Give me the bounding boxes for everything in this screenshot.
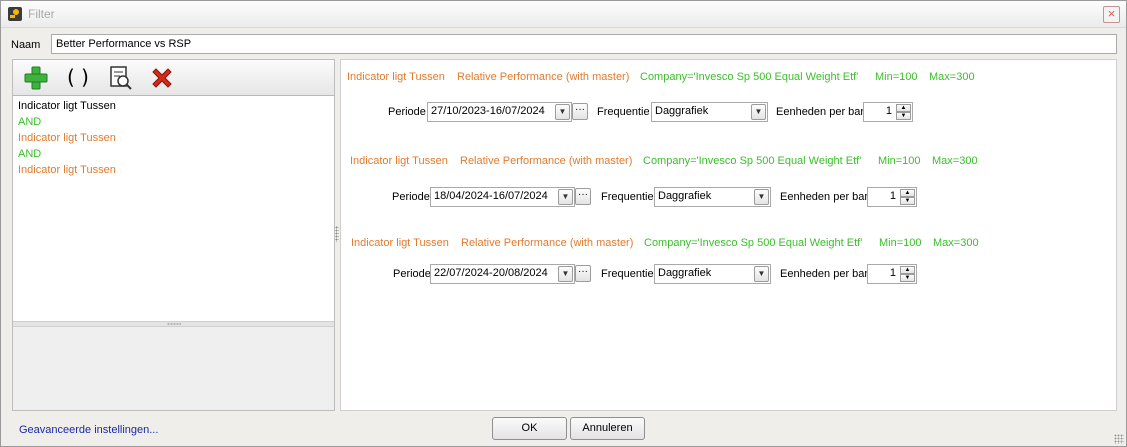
cancel-button[interactable]: Annuleren [570, 417, 645, 440]
condition-min: Min=100 [878, 155, 921, 167]
stepper-buttons: ▲ ▼ [900, 189, 915, 205]
condition-company: Company='Invesco Sp 500 Equal Weight Etf… [643, 155, 862, 167]
tree-item[interactable]: Indicator ligt Tussen [18, 163, 116, 177]
vertical-splitter[interactable] [335, 226, 339, 242]
eenheden-value: 1 [889, 190, 896, 202]
frequentie-value: Daggrafiek [658, 190, 712, 202]
eenheden-stepper[interactable]: 1 ▲ ▼ [863, 102, 913, 122]
condition-company: Company='Invesco Sp 500 Equal Weight Etf… [640, 71, 859, 83]
stepper-up-icon[interactable]: ▲ [896, 104, 911, 112]
stepper-down-icon[interactable]: ▼ [900, 197, 915, 205]
eenheden-stepper[interactable]: 1 ▲ ▼ [867, 187, 917, 207]
condition-tree-panel: ( ) Indicator ligt Tussen AND Indicator … [12, 59, 335, 411]
condition-tree: Indicator ligt Tussen AND Indicator ligt… [13, 97, 334, 321]
periode-more-button[interactable]: ··· [572, 103, 588, 120]
periode-dropdown[interactable]: 18/04/2024-16/07/2024 ▼ [430, 187, 575, 207]
title-bar: Filter × [1, 1, 1126, 28]
app-icon [8, 7, 22, 21]
chevron-down-icon[interactable]: ▼ [751, 104, 766, 120]
condition-indicator: Relative Performance (with master) [457, 71, 630, 83]
condition-type: Indicator ligt Tussen [351, 237, 449, 249]
condition-detail-panel: Indicator ligt Tussen Relative Performan… [340, 59, 1117, 411]
chevron-down-icon[interactable]: ▼ [754, 189, 769, 205]
tree-item[interactable]: Indicator ligt Tussen [18, 131, 116, 145]
eenheden-label: Eenheden per bar [780, 268, 869, 280]
frequentie-label: Frequentie [597, 106, 650, 118]
tree-item[interactable]: Indicator ligt Tussen [18, 99, 116, 113]
chevron-down-icon[interactable]: ▼ [558, 189, 573, 205]
filter-window: Filter × Naam ( ) Indicator ligt [0, 0, 1127, 447]
periode-more-button[interactable]: ··· [575, 188, 591, 205]
periode-value: 18/04/2024-16/07/2024 [434, 190, 548, 202]
frequentie-value: Daggrafiek [658, 267, 712, 279]
periode-value: 27/10/2023-16/07/2024 [431, 105, 545, 117]
frequentie-select[interactable]: Daggrafiek ▼ [654, 187, 771, 207]
condition-type: Indicator ligt Tussen [350, 155, 448, 167]
group-brackets-icon[interactable]: ( ) [65, 65, 91, 91]
tree-item[interactable]: AND [18, 147, 41, 161]
periode-label: Periode [388, 106, 426, 118]
frequentie-label: Frequentie [601, 191, 654, 203]
tree-item[interactable]: AND [18, 115, 41, 129]
eenheden-stepper[interactable]: 1 ▲ ▼ [867, 264, 917, 284]
frequentie-label: Frequentie [601, 268, 654, 280]
advanced-settings-link[interactable]: Geavanceerde instellingen... [19, 424, 158, 436]
periode-dropdown[interactable]: 27/10/2023-16/07/2024 ▼ [427, 102, 572, 122]
chevron-down-icon[interactable]: ▼ [555, 104, 570, 120]
frequentie-value: Daggrafiek [655, 105, 709, 117]
frequentie-select[interactable]: Daggrafiek ▼ [654, 264, 771, 284]
stepper-buttons: ▲ ▼ [900, 266, 915, 282]
resize-grip-icon[interactable] [1114, 434, 1124, 444]
document-search-icon[interactable] [107, 65, 133, 91]
stepper-down-icon[interactable]: ▼ [900, 274, 915, 282]
add-plus-icon[interactable] [23, 65, 49, 91]
eenheden-value: 1 [889, 267, 896, 279]
condition-max: Max=300 [929, 71, 975, 83]
stepper-down-icon[interactable]: ▼ [896, 112, 911, 120]
grip-icon [167, 323, 181, 325]
condition-type: Indicator ligt Tussen [347, 71, 445, 83]
close-button[interactable]: × [1103, 6, 1120, 23]
condition-max: Max=300 [933, 237, 979, 249]
stepper-up-icon[interactable]: ▲ [900, 266, 915, 274]
delete-x-icon[interactable] [149, 65, 175, 91]
periode-dropdown[interactable]: 22/07/2024-20/08/2024 ▼ [430, 264, 575, 284]
eenheden-label: Eenheden per bar [780, 191, 869, 203]
naam-input[interactable] [51, 34, 1117, 54]
chevron-down-icon[interactable]: ▼ [754, 266, 769, 282]
eenheden-label: Eenheden per bar [776, 106, 865, 118]
naam-label: Naam [11, 39, 41, 51]
stepper-buttons: ▲ ▼ [896, 104, 911, 120]
condition-max: Max=300 [932, 155, 978, 167]
periode-value: 22/07/2024-20/08/2024 [434, 267, 548, 279]
condition-min: Min=100 [875, 71, 918, 83]
window-title: Filter [28, 7, 55, 21]
stepper-up-icon[interactable]: ▲ [900, 189, 915, 197]
condition-min: Min=100 [879, 237, 922, 249]
condition-indicator: Relative Performance (with master) [460, 155, 633, 167]
eenheden-value: 1 [885, 105, 892, 117]
periode-label: Periode [392, 191, 430, 203]
ok-button[interactable]: OK [492, 417, 567, 440]
periode-more-button[interactable]: ··· [575, 265, 591, 282]
chevron-down-icon[interactable]: ▼ [558, 266, 573, 282]
periode-label: Periode [393, 268, 431, 280]
tree-toolbar: ( ) [13, 60, 334, 96]
condition-company: Company='Invesco Sp 500 Equal Weight Etf… [644, 237, 863, 249]
tree-detail-area [13, 327, 334, 410]
frequentie-select[interactable]: Daggrafiek ▼ [651, 102, 768, 122]
condition-indicator: Relative Performance (with master) [461, 237, 634, 249]
